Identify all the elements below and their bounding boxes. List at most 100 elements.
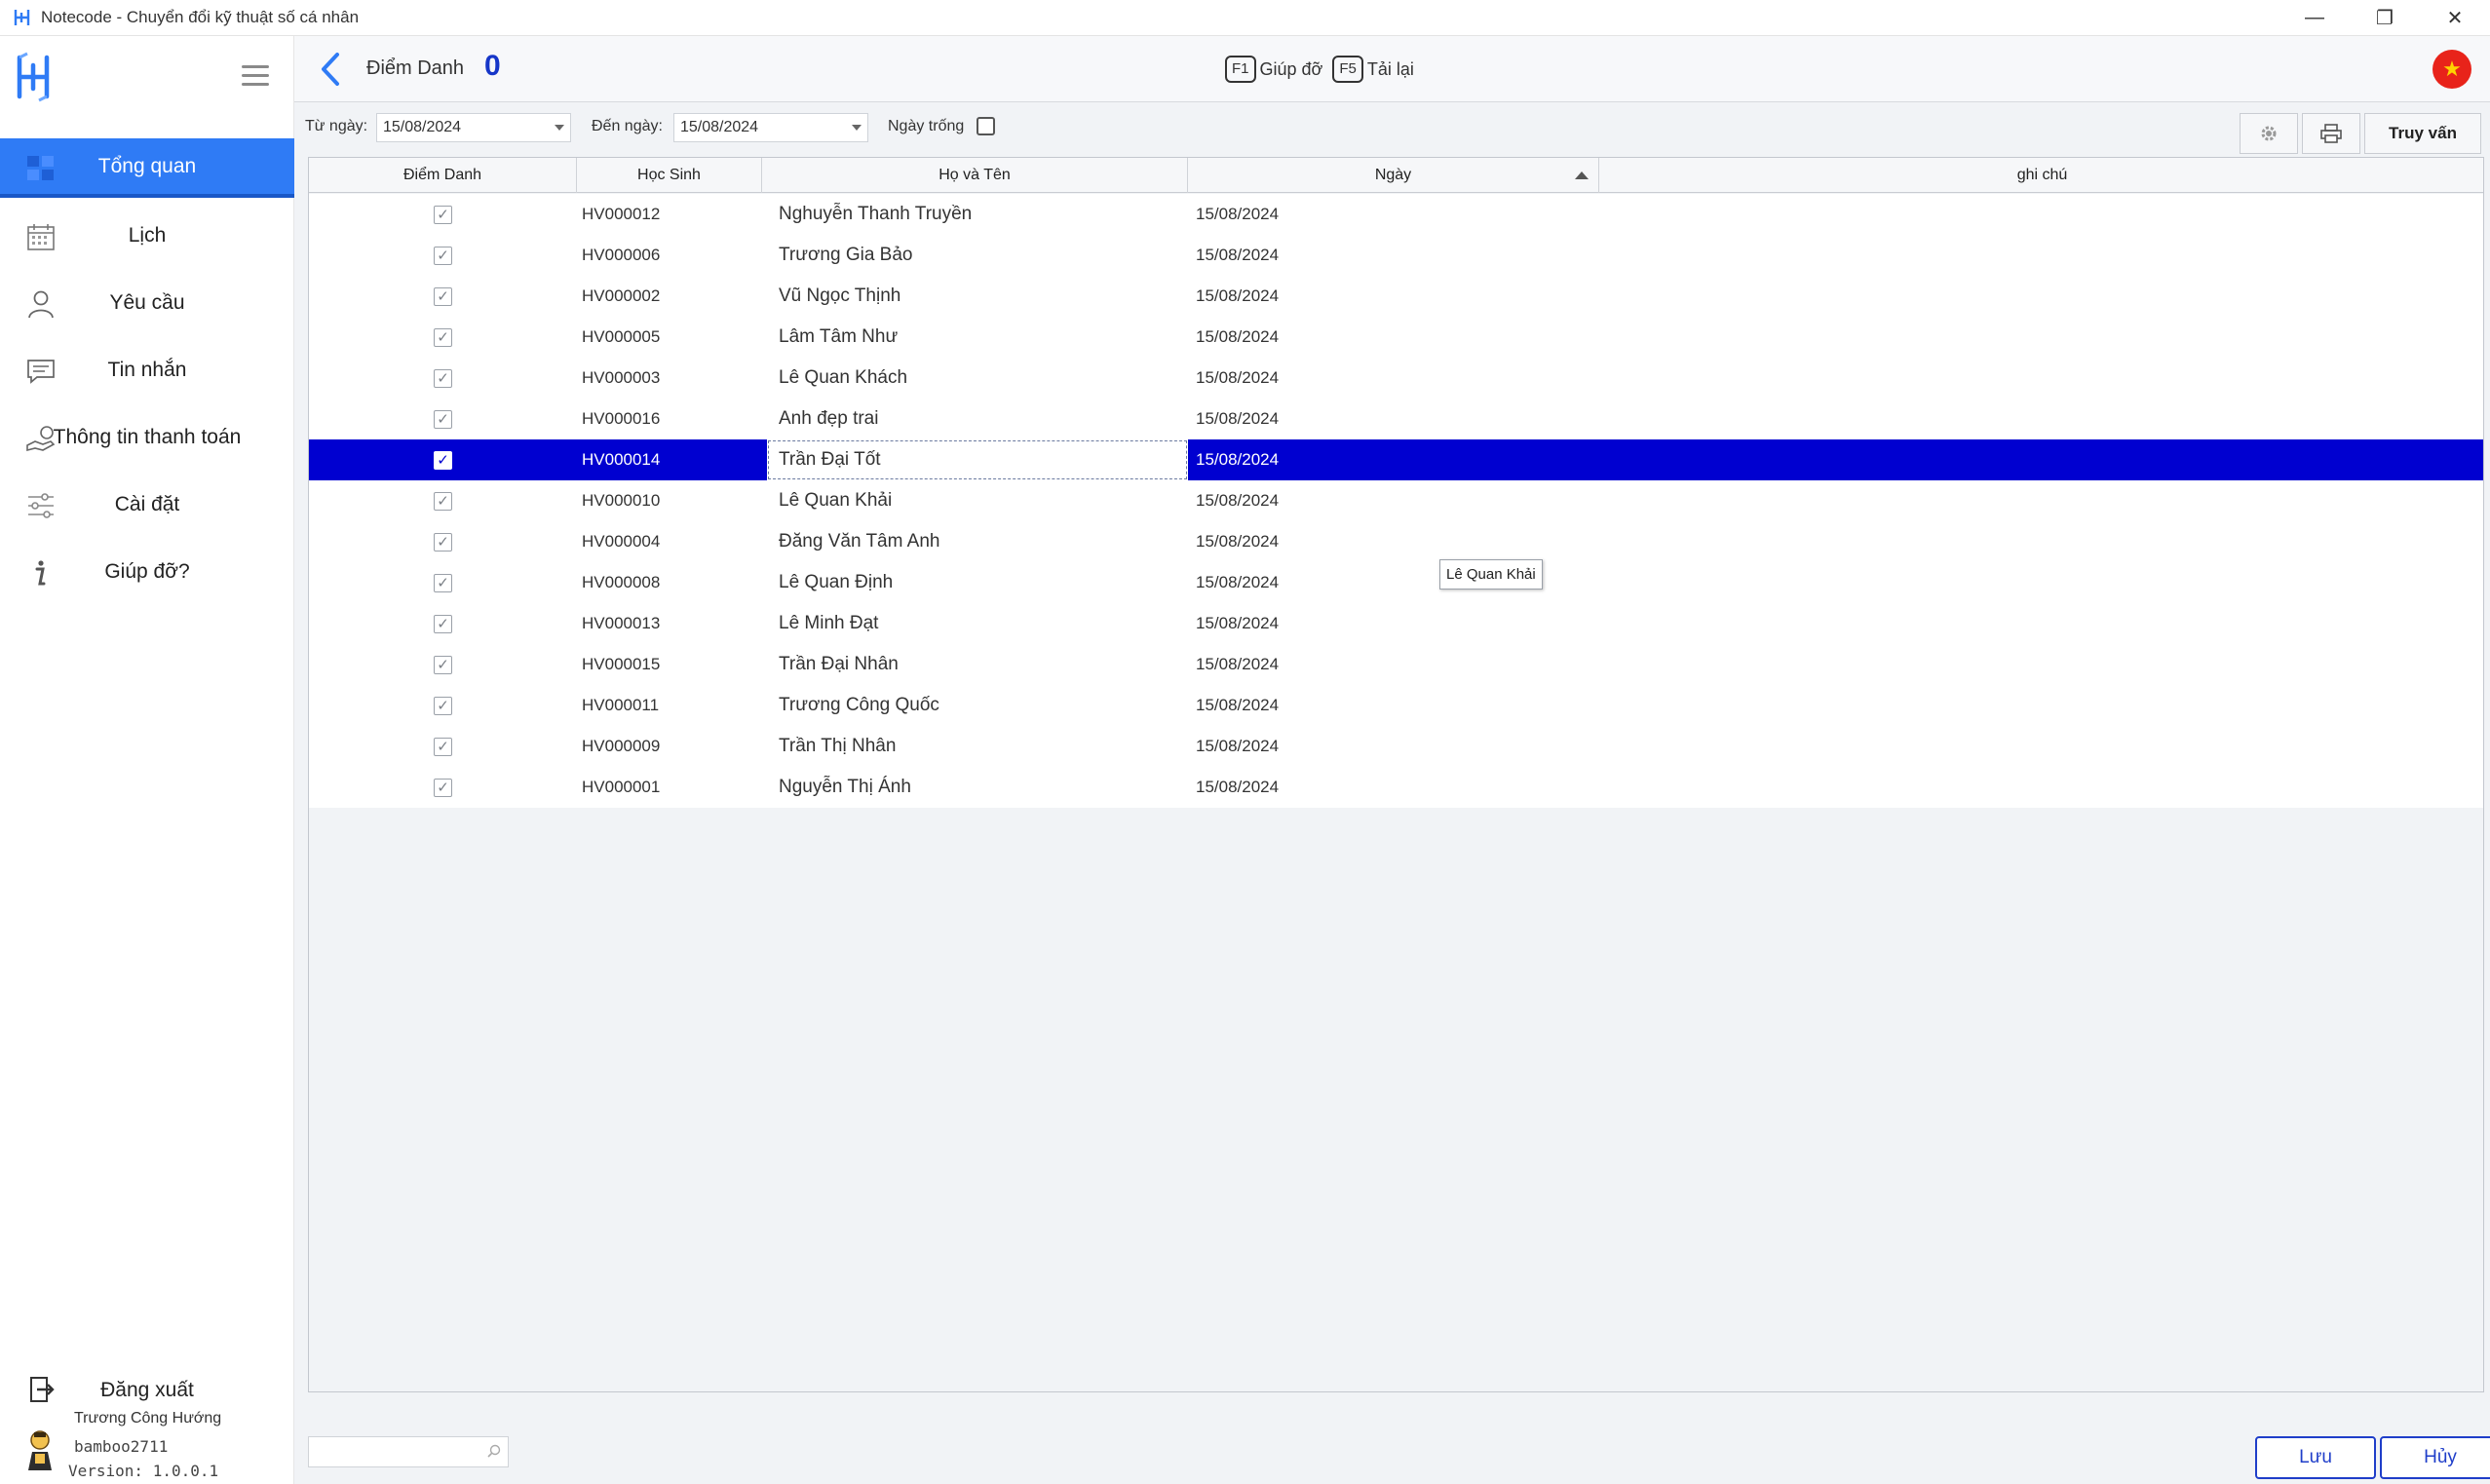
- attendance-cell[interactable]: ✓: [309, 603, 577, 644]
- restore-button[interactable]: ❐: [2350, 0, 2420, 36]
- attendance-cell[interactable]: ✓: [309, 439, 577, 480]
- column-header-attendance[interactable]: Điểm Danh: [309, 158, 577, 193]
- table-row[interactable]: ✓ HV000016 Anh đẹp trai 15/08/2024: [309, 399, 2483, 439]
- student-name-cell[interactable]: Lê Quan Khải: [767, 480, 1188, 521]
- student-name-cell[interactable]: Trần Thị Nhân: [767, 726, 1188, 767]
- attendance-checkbox[interactable]: ✓: [434, 696, 452, 715]
- query-button[interactable]: Truy vấn: [2364, 113, 2481, 154]
- column-header-fullname[interactable]: Họ và Tên: [762, 158, 1188, 193]
- table-row[interactable]: ✓ HV000001 Nguyễn Thị Ánh 15/08/2024: [309, 767, 2483, 808]
- student-name-cell[interactable]: Anh đẹp trai: [767, 399, 1188, 439]
- table-row[interactable]: ✓ HV000011 Trương Công Quốc 15/08/2024: [309, 685, 2483, 726]
- attendance-cell[interactable]: ✓: [309, 399, 577, 439]
- save-button[interactable]: Lưu: [2255, 1436, 2376, 1479]
- table-row[interactable]: ✓ HV000004 Đăng Văn Tâm Anh 15/08/2024: [309, 521, 2483, 562]
- column-header-student[interactable]: Học Sinh: [577, 158, 762, 193]
- student-name-cell[interactable]: Trần Đại Nhân: [767, 644, 1188, 685]
- date-cell[interactable]: 15/08/2024: [1190, 194, 1580, 235]
- student-name-cell[interactable]: Lê Quan Định: [767, 562, 1188, 603]
- table-row[interactable]: ✓ HV000002 Vũ Ngọc Thịnh 15/08/2024: [309, 276, 2483, 317]
- student-code-cell[interactable]: HV000002: [582, 276, 767, 317]
- attendance-checkbox[interactable]: ✓: [434, 778, 452, 797]
- date-cell[interactable]: 15/08/2024: [1190, 726, 1580, 767]
- student-code-cell[interactable]: HV000004: [582, 521, 767, 562]
- attendance-cell[interactable]: ✓: [309, 685, 577, 726]
- table-row[interactable]: ✓ HV000012 Nghuyễn Thanh Truyền 15/08/2024: [309, 194, 2483, 235]
- student-code-cell[interactable]: HV000014: [582, 439, 767, 480]
- student-name-cell[interactable]: Trương Công Quốc: [767, 685, 1188, 726]
- date-cell[interactable]: 15/08/2024: [1190, 480, 1580, 521]
- attendance-cell[interactable]: ✓: [309, 767, 577, 808]
- student-code-cell[interactable]: HV000011: [582, 685, 767, 726]
- language-flag-icon[interactable]: ★: [2433, 50, 2471, 89]
- table-row[interactable]: ✓ HV000010 Lê Quan Khải 15/08/2024: [309, 480, 2483, 521]
- minimize-button[interactable]: —: [2279, 0, 2350, 36]
- attendance-cell[interactable]: ✓: [309, 276, 577, 317]
- table-row[interactable]: ✓ HV000008 Lê Quan Định 15/08/2024: [309, 562, 2483, 603]
- attendance-checkbox[interactable]: ✓: [434, 573, 452, 592]
- student-code-cell[interactable]: HV000010: [582, 480, 767, 521]
- student-name-cell[interactable]: Trần Đại Tốt: [767, 439, 1188, 480]
- reload-key-badge[interactable]: F5: [1332, 56, 1363, 83]
- student-name-cell[interactable]: Nguyễn Thị Ánh: [767, 767, 1188, 808]
- attendance-checkbox[interactable]: ✓: [434, 491, 452, 511]
- attendance-cell[interactable]: ✓: [309, 644, 577, 685]
- chevron-down-icon[interactable]: [555, 125, 564, 131]
- sidebar-item-messages[interactable]: Tin nhắn: [0, 341, 294, 400]
- search-input[interactable]: [308, 1436, 509, 1467]
- date-cell[interactable]: 15/08/2024: [1190, 276, 1580, 317]
- table-row[interactable]: ✓ HV000013 Lê Minh Đạt 15/08/2024: [309, 603, 2483, 644]
- student-code-cell[interactable]: HV000009: [582, 726, 767, 767]
- attendance-checkbox[interactable]: ✓: [434, 737, 452, 756]
- table-row[interactable]: ✓ HV000014 Trần Đại Tốt 15/08/2024: [309, 439, 2483, 480]
- date-cell[interactable]: 15/08/2024: [1190, 521, 1580, 562]
- sidebar-item-requests[interactable]: Yêu cầu: [0, 274, 294, 332]
- attendance-cell[interactable]: ✓: [309, 480, 577, 521]
- attendance-checkbox[interactable]: ✓: [434, 614, 452, 633]
- date-cell[interactable]: 15/08/2024: [1190, 399, 1580, 439]
- sidebar-item-settings[interactable]: Cài đặt: [0, 476, 294, 534]
- print-button[interactable]: [2302, 113, 2360, 154]
- student-code-cell[interactable]: HV000008: [582, 562, 767, 603]
- attendance-cell[interactable]: ✓: [309, 726, 577, 767]
- attendance-cell[interactable]: ✓: [309, 194, 577, 235]
- student-name-cell[interactable]: Lâm Tâm Như: [767, 317, 1188, 358]
- column-header-note[interactable]: ghi chú: [1599, 158, 2485, 193]
- date-cell[interactable]: 15/08/2024: [1190, 439, 1580, 480]
- help-key-badge[interactable]: F1: [1225, 56, 1256, 83]
- to-date-picker[interactable]: 15/08/2024: [673, 113, 868, 142]
- student-name-cell[interactable]: Nghuyễn Thanh Truyền: [767, 194, 1188, 235]
- chevron-down-icon[interactable]: [852, 125, 862, 131]
- attendance-cell[interactable]: ✓: [309, 317, 577, 358]
- date-cell[interactable]: 15/08/2024: [1190, 358, 1580, 399]
- sidebar-item-help[interactable]: Giúp đỡ?: [0, 543, 294, 601]
- attendance-cell[interactable]: ✓: [309, 562, 577, 603]
- table-row[interactable]: ✓ HV000003 Lê Quan Khách 15/08/2024: [309, 358, 2483, 399]
- attendance-cell[interactable]: ✓: [309, 235, 577, 276]
- attendance-checkbox[interactable]: ✓: [434, 246, 452, 265]
- date-cell[interactable]: 15/08/2024: [1190, 685, 1580, 726]
- attendance-checkbox[interactable]: ✓: [434, 327, 452, 347]
- student-name-cell[interactable]: Đăng Văn Tâm Anh: [767, 521, 1188, 562]
- cancel-button[interactable]: Hủy: [2380, 1436, 2490, 1479]
- student-name-cell[interactable]: Lê Quan Khách: [767, 358, 1188, 399]
- table-row[interactable]: ✓ HV000009 Trần Thị Nhân 15/08/2024: [309, 726, 2483, 767]
- student-name-cell[interactable]: Trương Gia Bảo: [767, 235, 1188, 276]
- attendance-cell[interactable]: ✓: [309, 521, 577, 562]
- attendance-checkbox[interactable]: ✓: [434, 532, 452, 552]
- student-name-cell[interactable]: Lê Minh Đạt: [767, 603, 1188, 644]
- attendance-checkbox[interactable]: ✓: [434, 368, 452, 388]
- table-row[interactable]: ✓ HV000006 Trương Gia Bảo 15/08/2024: [309, 235, 2483, 276]
- attendance-checkbox[interactable]: ✓: [434, 205, 452, 224]
- date-cell[interactable]: 15/08/2024: [1190, 767, 1580, 808]
- sidebar-item-payment[interactable]: Thông tin thanh toán: [0, 408, 294, 467]
- student-code-cell[interactable]: HV000012: [582, 194, 767, 235]
- empty-date-checkbox[interactable]: [977, 117, 995, 135]
- settings-button[interactable]: [2240, 113, 2298, 154]
- student-code-cell[interactable]: HV000003: [582, 358, 767, 399]
- table-row[interactable]: ✓ HV000015 Trần Đại Nhân 15/08/2024: [309, 644, 2483, 685]
- student-code-cell[interactable]: HV000015: [582, 644, 767, 685]
- date-cell[interactable]: 15/08/2024: [1190, 317, 1580, 358]
- back-arrow-icon[interactable]: [316, 50, 345, 89]
- student-code-cell[interactable]: HV000001: [582, 767, 767, 808]
